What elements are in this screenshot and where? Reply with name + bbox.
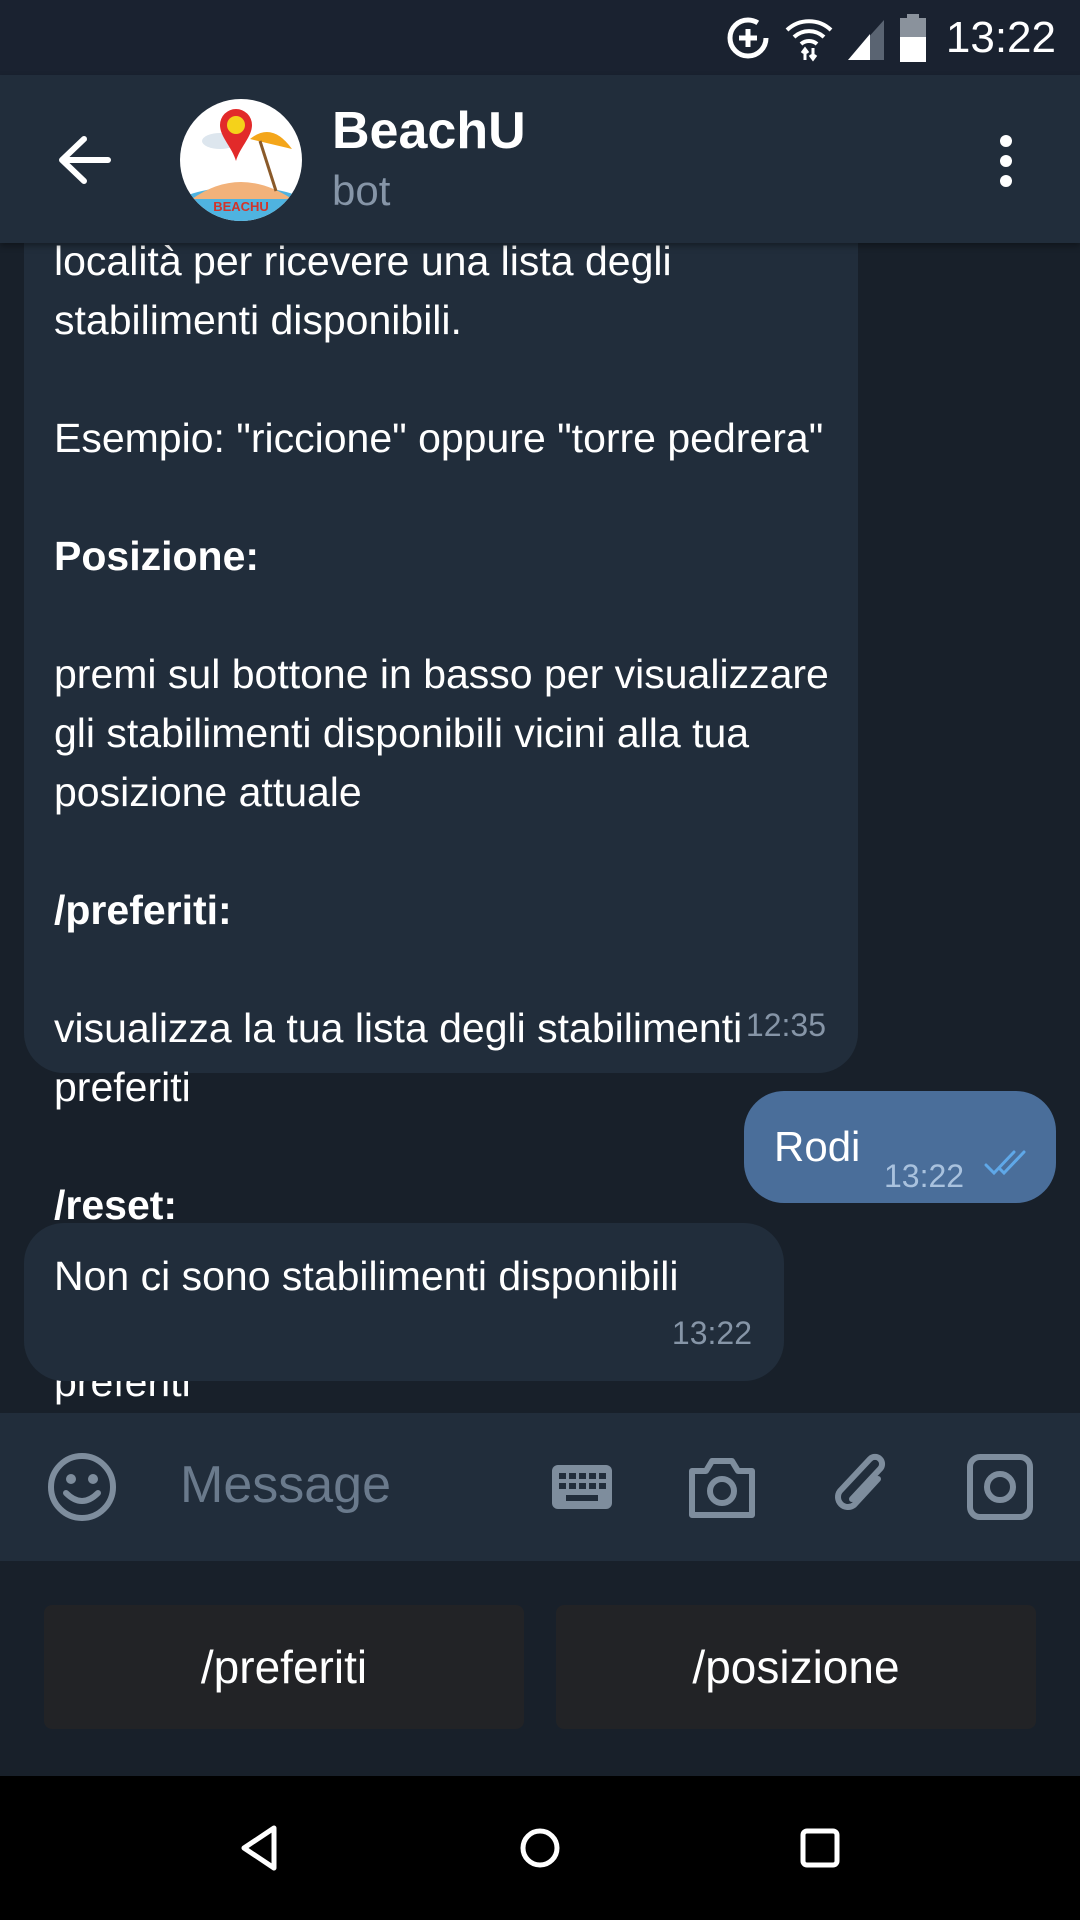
- message-bubble-incoming[interactable]: Non ci sono stabilimenti disponibili 13:…: [24, 1223, 784, 1381]
- status-time: 13:22: [945, 13, 1056, 62]
- message-time: 13:22: [884, 1158, 965, 1194]
- message-bubble-incoming[interactable]: località per ricevere una lista degli st…: [24, 243, 858, 1405]
- message-bubble-outgoing[interactable]: Rodi 13:22: [744, 1091, 1056, 1203]
- message-line: località per ricevere una lista degli st…: [54, 243, 672, 343]
- signal-icon: [847, 20, 884, 60]
- nav-recents-icon[interactable]: [790, 1818, 850, 1878]
- message-line: premi sul bottone in basso per visualizz…: [54, 651, 829, 815]
- message-time: 13:22: [671, 1315, 752, 1351]
- avatar[interactable]: BEACHU: [180, 99, 302, 221]
- avatar-logo-text: BEACHU: [213, 199, 269, 214]
- message-text: Rodi: [774, 1123, 861, 1170]
- chat-header: BEACHU BeachU bot: [0, 75, 1080, 243]
- keyboard-button-preferiti[interactable]: /preferiti: [44, 1605, 524, 1729]
- wifi-icon: [785, 19, 833, 62]
- instant-camera-icon[interactable]: [966, 1453, 1034, 1521]
- battery-icon: [899, 14, 926, 62]
- status-bar: 13:22: [0, 0, 1080, 75]
- message-line-heading: Posizione:: [54, 533, 260, 579]
- message-input[interactable]: Message: [180, 1455, 391, 1515]
- nav-back-icon[interactable]: [232, 1818, 292, 1878]
- keyboard-icon[interactable]: [552, 1465, 612, 1509]
- message-line: visualizza la tua lista degli stabilimen…: [54, 1005, 743, 1110]
- keyboard-button-posizione[interactable]: /posizione: [556, 1605, 1036, 1729]
- message-text: Non ci sono stabilimenti disponibili: [54, 1253, 679, 1299]
- attach-icon[interactable]: [830, 1449, 896, 1525]
- camera-icon[interactable]: [686, 1453, 758, 1521]
- chat-area[interactable]: località per ricevere una lista degli st…: [0, 243, 1080, 1413]
- navigation-bar: [0, 1776, 1080, 1920]
- message-input-bar: Message: [0, 1413, 1080, 1561]
- double-check-read-icon: [984, 1150, 1026, 1176]
- message-time: 12:35: [745, 1007, 826, 1043]
- emoji-icon[interactable]: [46, 1451, 118, 1523]
- more-options-icon[interactable]: [984, 131, 1028, 191]
- data-saver-icon: [727, 17, 769, 59]
- nav-home-icon[interactable]: [510, 1818, 570, 1878]
- message-line-heading: /preferiti:: [54, 887, 232, 933]
- beachu-logo-icon: BEACHU: [180, 109, 302, 221]
- chat-title[interactable]: BeachU: [332, 101, 526, 161]
- bot-keyboard: /preferiti /posizione: [0, 1561, 1080, 1776]
- chat-subtitle: bot: [332, 167, 391, 214]
- back-arrow-icon[interactable]: [50, 125, 120, 195]
- message-line: Esempio: "riccione" oppure "torre pedrer…: [54, 415, 824, 461]
